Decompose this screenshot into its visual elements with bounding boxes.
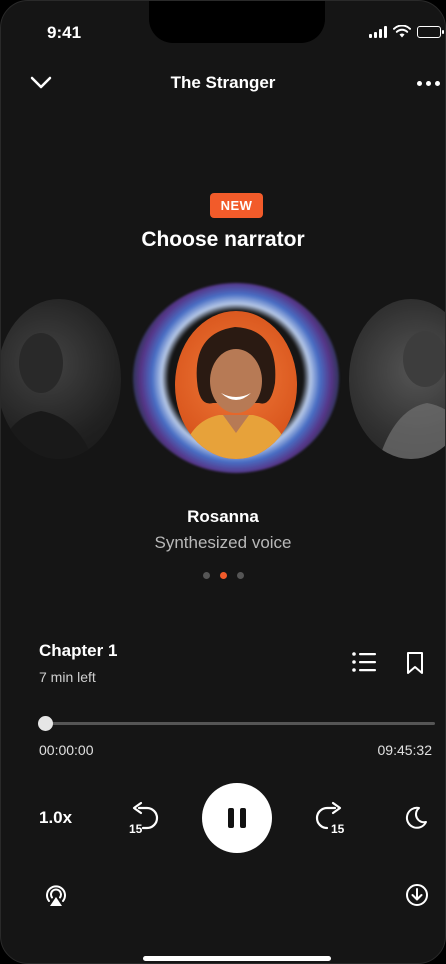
progress-thumb[interactable]	[38, 716, 53, 731]
status-time: 9:41	[47, 23, 82, 42]
skip-back-icon: 15	[129, 801, 159, 836]
chapters-list-button[interactable]	[351, 651, 379, 675]
elapsed-time: 00:00:00	[39, 742, 94, 758]
download-icon	[406, 884, 428, 906]
book-title: The Stranger	[170, 73, 276, 92]
signal-icon	[369, 25, 387, 38]
narrator-portrait-icon	[1, 333, 93, 459]
narrator-avatar-selected[interactable]	[175, 311, 297, 459]
pause-icon	[228, 808, 234, 828]
playback-speed-button[interactable]: 1.0x	[39, 808, 72, 828]
total-time: 09:45:32	[377, 742, 433, 758]
chapters-list-icon	[352, 652, 376, 672]
sleep-timer-button[interactable]	[403, 805, 429, 831]
skip-forward-button[interactable]: 15	[313, 800, 349, 836]
player-screen: 9:41 The Stranger NEW Choose narrator Ro…	[0, 0, 446, 964]
narrator-avatar-previous[interactable]	[1, 299, 121, 459]
battery-icon	[417, 25, 444, 38]
airplay-button[interactable]	[43, 882, 69, 908]
more-options-button[interactable]	[413, 71, 443, 95]
device-notch	[149, 1, 325, 43]
skip-forward-seconds: 15	[331, 822, 345, 836]
page-dot	[236, 572, 244, 579]
narrator-portrait-icon	[181, 327, 291, 459]
top-bar: The Stranger	[1, 63, 445, 103]
pause-button[interactable]	[202, 783, 272, 853]
page-dot-active	[219, 572, 227, 579]
more-icon	[416, 80, 422, 86]
narrator-avatar-next[interactable]	[349, 299, 445, 459]
bookmark-button[interactable]	[405, 651, 427, 677]
narrator-name: Rosanna	[187, 507, 259, 526]
chapter-time-left: 7 min left	[39, 669, 96, 685]
skip-back-button[interactable]: 15	[125, 800, 161, 836]
carousel-page-indicator	[1, 572, 445, 579]
airplay-icon	[46, 885, 66, 906]
download-button[interactable]	[405, 883, 429, 907]
skip-back-seconds: 15	[129, 822, 143, 836]
narrator-subtitle: Synthesized voice	[154, 533, 292, 552]
home-indicator	[143, 956, 331, 961]
status-icons	[369, 25, 444, 38]
bookmark-icon	[407, 652, 423, 674]
new-badge: NEW	[210, 193, 263, 218]
page-dot	[202, 572, 210, 579]
narrator-heading: Choose narrator	[141, 228, 305, 251]
skip-forward-icon: 15	[315, 801, 345, 836]
chapter-title: Chapter 1	[39, 641, 118, 660]
progress-track[interactable]	[45, 722, 435, 725]
narrator-portrait-icon	[379, 331, 445, 459]
wifi-icon	[393, 25, 411, 38]
sleep-timer-moon-icon	[405, 806, 427, 829]
